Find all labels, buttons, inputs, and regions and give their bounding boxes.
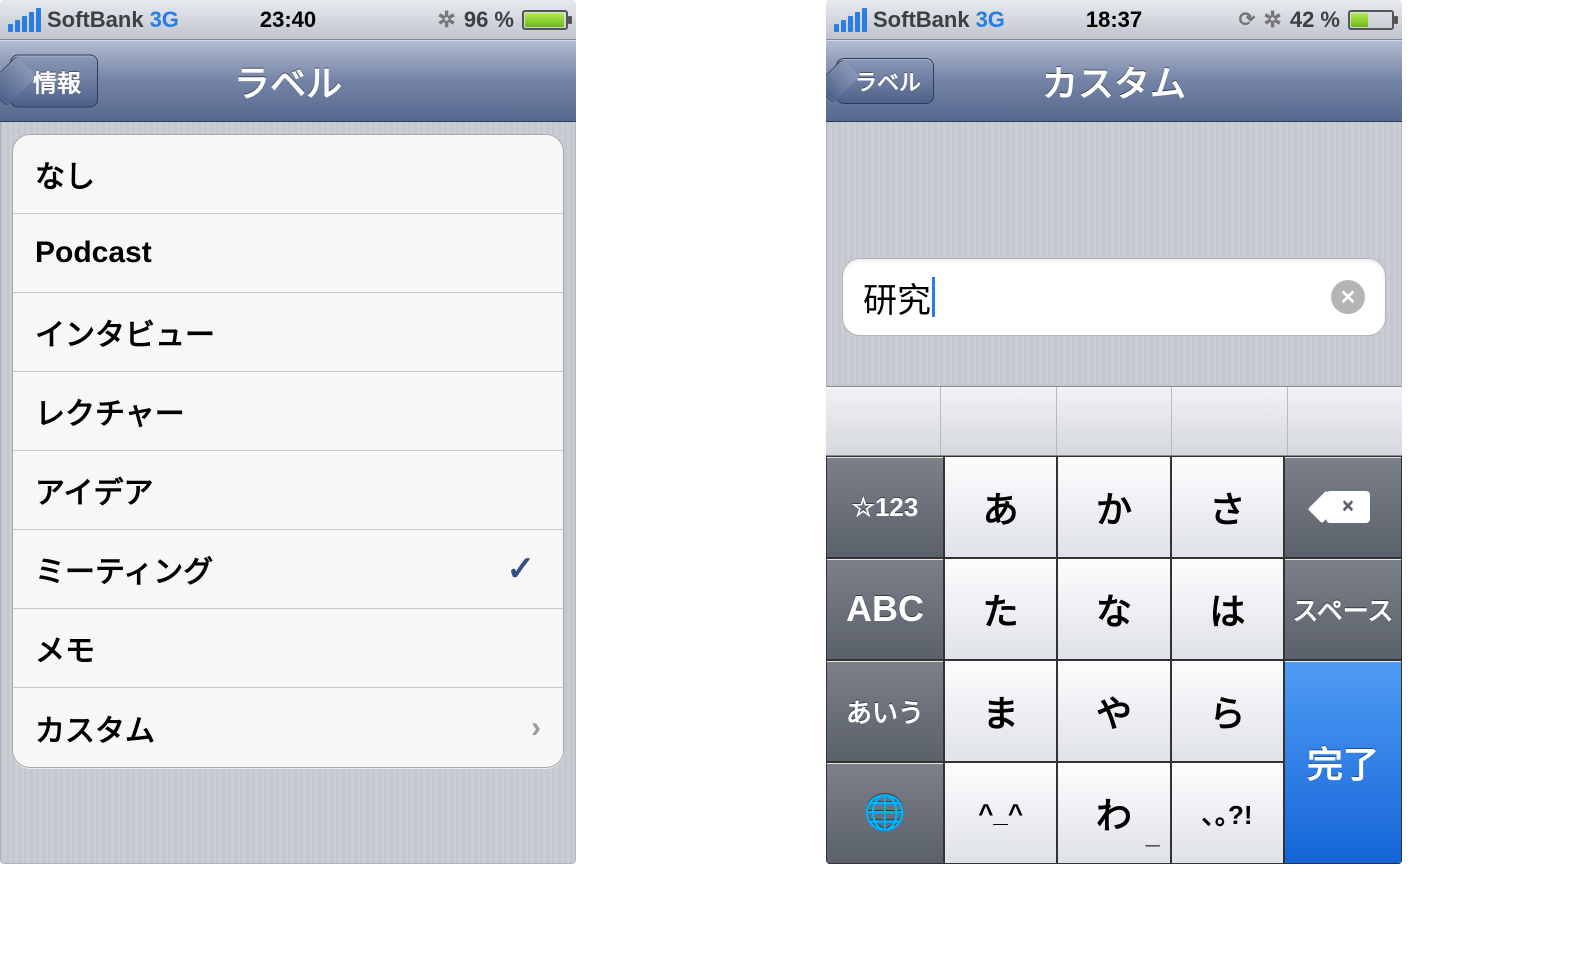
battery-icon (1348, 10, 1394, 30)
key-emoticon[interactable]: ^_^ (944, 762, 1057, 864)
key-numsym[interactable]: ☆123 (826, 456, 944, 558)
label-idea[interactable]: アイデア (13, 451, 563, 530)
keyboard: ☆123 あ か さ × ABC た な は スペース あいう ま や ら 完了… (826, 386, 1402, 864)
key-na[interactable]: な (1057, 558, 1170, 660)
key-ra[interactable]: ら (1171, 660, 1284, 762)
chevron-right-icon: › (531, 711, 541, 745)
key-space[interactable]: スペース (1284, 558, 1402, 660)
key-a[interactable]: あ (944, 456, 1057, 558)
key-ma[interactable]: ま (944, 660, 1057, 762)
clock: 23:40 (0, 7, 576, 33)
key-ta[interactable]: た (944, 558, 1057, 660)
label-lecture[interactable]: レクチャー (13, 372, 563, 451)
label-memo[interactable]: メモ (13, 609, 563, 688)
key-globe[interactable]: 🌐 (826, 762, 944, 864)
key-punct[interactable]: ､｡?! (1171, 762, 1284, 864)
battery-icon (522, 10, 568, 30)
key-kana[interactable]: あいう (826, 660, 944, 762)
key-ha[interactable]: は (1171, 558, 1284, 660)
label-table: なし Podcast インタビュー レクチャー アイデア ミーティング ✓ メモ… (12, 134, 564, 768)
clear-icon[interactable]: ✕ (1331, 280, 1365, 314)
label-custom[interactable]: カスタム › (13, 688, 563, 767)
phone-right: SoftBank 3G 18:37 ⟳ ✲ 42 % ラベル カスタム 研究 ✕ (826, 0, 1402, 864)
text-caret (932, 277, 935, 317)
clock: 18:37 (826, 7, 1402, 33)
key-ya[interactable]: や (1057, 660, 1170, 762)
nav-bar: ラベル カスタム (826, 40, 1402, 122)
back-label: 情報 (33, 70, 81, 97)
back-button[interactable]: 情報 (10, 54, 98, 107)
input-value: 研究 (863, 273, 931, 322)
backspace-icon: × (1316, 491, 1370, 523)
back-button[interactable]: ラベル (836, 58, 934, 104)
label-interview[interactable]: インタビュー (13, 293, 563, 372)
page-title: カスタム (1042, 55, 1186, 107)
label-podcast[interactable]: Podcast (13, 214, 563, 293)
nav-bar: 情報 ラベル (0, 40, 576, 122)
key-ka[interactable]: か (1057, 456, 1170, 558)
status-bar: SoftBank 3G 23:40 ✲ 96 % (0, 0, 576, 40)
key-backspace[interactable]: × (1284, 456, 1402, 558)
globe-icon: 🌐 (864, 793, 906, 833)
custom-label-input[interactable]: 研究 ✕ (842, 258, 1386, 336)
key-wa[interactable]: わー (1057, 762, 1170, 864)
key-sa[interactable]: さ (1171, 456, 1284, 558)
back-label: ラベル (855, 70, 921, 95)
key-abc[interactable]: ABC (826, 558, 944, 660)
check-icon: ✓ (507, 549, 536, 589)
status-bar: SoftBank 3G 18:37 ⟳ ✲ 42 % (826, 0, 1402, 40)
key-done[interactable]: 完了 (1284, 660, 1402, 864)
candidate-bar[interactable] (826, 386, 1402, 456)
page-title: ラベル (234, 55, 342, 107)
phone-left: SoftBank 3G 23:40 ✲ 96 % 情報 ラベル なし Podca… (0, 0, 576, 864)
label-none[interactable]: なし (13, 135, 563, 214)
content-area: なし Podcast インタビュー レクチャー アイデア ミーティング ✓ メモ… (0, 122, 576, 864)
label-meeting[interactable]: ミーティング ✓ (13, 530, 563, 609)
